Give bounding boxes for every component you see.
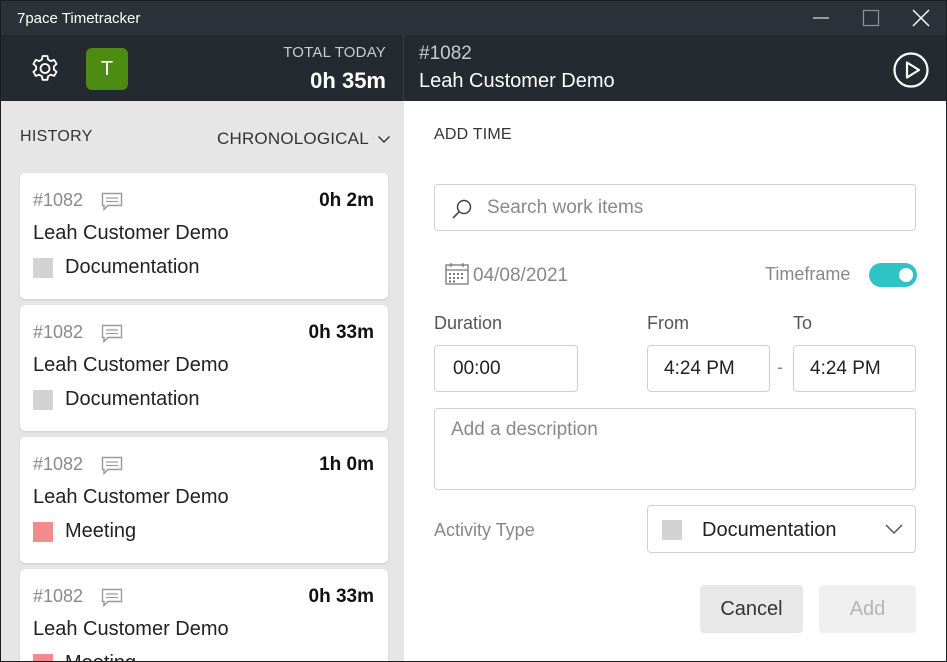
add-time-title: ADD TIME [434,126,512,143]
activity-swatch [33,390,53,410]
card-activity: Meeting [65,520,137,542]
activity-swatch [33,258,53,278]
card-duration: 1h 0m [319,454,374,475]
to-field[interactable] [793,345,916,392]
history-panel: HISTORY CHRONOLOGICAL #1082 0h 2m Leah C… [1,101,404,661]
to-label: To [793,313,813,333]
calendar-icon[interactable] [444,261,470,287]
from-label: From [647,313,689,333]
window-title: 7pace Timetracker [17,10,141,27]
history-title: HISTORY [20,128,93,145]
minimize-button[interactable] [796,1,846,35]
sort-label: CHRONOLOGICAL [217,129,369,148]
card-id: #1082 [33,322,84,342]
add-button[interactable]: Add [819,585,916,633]
range-separator: - [777,357,783,377]
play-icon[interactable] [892,51,930,89]
timeframe-label: Timeframe [765,264,851,284]
toggle-knob [899,268,913,282]
card-id: #1082 [33,586,84,606]
comment-icon [101,588,123,608]
to-input[interactable] [810,357,915,380]
history-card[interactable]: #1082 0h 2m Leah Customer Demo Documenta… [20,173,388,299]
card-title: Leah Customer Demo [33,618,229,640]
card-title: Leah Customer Demo [33,354,229,376]
chevron-down-icon [885,524,903,535]
total-today-label: TOTAL TODAY [283,44,386,61]
comment-icon [101,192,123,212]
history-card[interactable]: #1082 0h 33m Leah Customer Demo Document… [20,305,388,431]
duration-input[interactable] [453,357,577,380]
sort-dropdown[interactable]: CHRONOLOGICAL [217,129,391,149]
activity-type-select[interactable]: Documentation [647,505,916,553]
card-id: #1082 [33,190,84,210]
duration-label: Duration [434,313,503,333]
card-duration: 0h 2m [319,190,374,211]
close-button[interactable] [896,1,946,35]
minimize-icon [813,17,829,19]
history-card[interactable]: #1082 1h 0m Leah Customer Demo Meeting [20,437,388,563]
activity-type-value: Documentation [702,519,837,541]
activity-swatch [33,654,53,661]
current-work-item-title: Leah Customer Demo [419,70,615,92]
description-field[interactable] [434,408,916,490]
history-card[interactable]: #1082 0h 33m Leah Customer Demo Meeting [20,569,388,661]
avatar[interactable]: T [86,48,128,90]
cancel-button[interactable]: Cancel [700,585,803,633]
app-window: 7pace Timetracker T TOTAL TODAY 0h 35m #… [0,0,947,662]
card-duration: 0h 33m [308,586,374,607]
card-activity: Documentation [65,256,200,278]
current-work-item-id: #1082 [419,43,472,64]
from-field[interactable] [647,345,770,392]
duration-field[interactable] [434,345,578,392]
total-today-value: 0h 35m [310,68,386,93]
avatar-letter: T [100,57,114,80]
from-input[interactable] [664,357,769,380]
comment-icon [101,324,123,344]
card-duration: 0h 33m [308,322,374,343]
card-activity: Documentation [65,388,200,410]
card-title: Leah Customer Demo [33,486,229,508]
maximize-icon [862,9,880,27]
maximize-button[interactable] [846,1,896,35]
add-time-panel: ADD TIME 04/08/2021 Timeframe Duration F… [404,101,946,661]
header-divider [403,35,404,101]
card-id: #1082 [33,454,84,474]
close-icon [912,9,930,27]
description-input[interactable] [451,419,901,479]
gear-icon[interactable] [29,53,61,85]
activity-swatch [662,520,682,540]
card-title: Leah Customer Demo [33,222,229,244]
search-box[interactable] [434,184,916,231]
app-header: T TOTAL TODAY 0h 35m #1082 Leah Customer… [1,35,946,101]
timeframe-toggle[interactable] [869,263,917,287]
title-bar: 7pace Timetracker [1,1,946,35]
search-input[interactable] [487,193,897,223]
date-value[interactable]: 04/08/2021 [473,265,568,287]
card-activity: Meeting [65,652,136,661]
activity-swatch [33,522,53,542]
search-icon [452,199,472,219]
comment-icon [101,456,123,476]
chevron-down-icon [377,136,390,143]
activity-type-label: Activity Type [434,520,535,540]
